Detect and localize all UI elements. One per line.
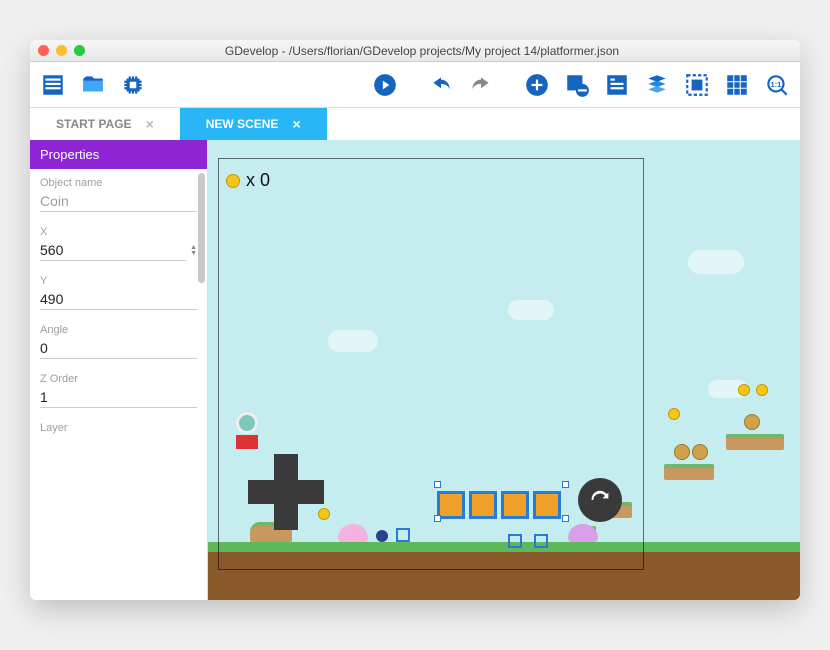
counter-text: x 0: [246, 170, 270, 191]
platform: [664, 464, 714, 480]
app-window: GDevelop - /Users/florian/GDevelop proje…: [30, 40, 800, 600]
platform: [726, 434, 784, 450]
y-label: Y: [40, 275, 197, 287]
tab-new-scene[interactable]: NEW SCENE ×: [180, 108, 327, 140]
tab-bar: START PAGE × NEW SCENE ×: [30, 108, 800, 140]
window-close-button[interactable]: [38, 45, 49, 56]
play-icon[interactable]: [368, 68, 402, 102]
toolbar: 1:1: [30, 62, 800, 108]
tab-start-page[interactable]: START PAGE ×: [30, 108, 180, 140]
coin: [738, 384, 750, 396]
platform-coin: [692, 444, 708, 460]
titlebar[interactable]: GDevelop - /Users/florian/GDevelop proje…: [30, 40, 800, 62]
coin: [668, 408, 680, 420]
instances-icon[interactable]: [680, 68, 714, 102]
layer-label: Layer: [40, 422, 197, 434]
properties-panel: Properties Object name X ▲▼ Y: [30, 140, 208, 600]
project-manager-icon[interactable]: [36, 68, 70, 102]
platform-coin: [674, 444, 690, 460]
layers-icon[interactable]: [640, 68, 674, 102]
panel-body: Object name X ▲▼ Y Angle: [30, 169, 207, 600]
panel-title: Properties: [30, 140, 207, 169]
angle-label: Angle: [40, 324, 197, 336]
grid-icon[interactable]: [720, 68, 754, 102]
open-folder-icon[interactable]: [76, 68, 110, 102]
coin-counter: x 0: [226, 170, 270, 191]
cloud: [688, 250, 744, 274]
add-object-icon[interactable]: [520, 68, 554, 102]
window-title: GDevelop - /Users/florian/GDevelop proje…: [52, 44, 792, 58]
angle-field[interactable]: [40, 338, 197, 359]
remove-object-icon[interactable]: [560, 68, 594, 102]
coin: [756, 384, 768, 396]
main-body: Properties Object name X ▲▼ Y: [30, 140, 800, 600]
x-field[interactable]: [40, 240, 186, 261]
x-label: X: [40, 226, 197, 238]
y-field[interactable]: [40, 289, 197, 310]
z-field[interactable]: [40, 387, 197, 408]
tab-label: NEW SCENE: [206, 117, 279, 131]
x-stepper[interactable]: ▲▼: [190, 245, 197, 257]
coin-icon: [226, 174, 240, 188]
svg-text:1:1: 1:1: [770, 80, 781, 89]
zoom-reset-icon[interactable]: 1:1: [760, 68, 794, 102]
scrollbar-thumb[interactable]: [198, 173, 205, 283]
redo-icon[interactable]: [464, 68, 498, 102]
platform-coin: [744, 414, 760, 430]
object-name-field[interactable]: [40, 191, 197, 212]
scene-canvas[interactable]: x 0: [208, 140, 800, 600]
camera-frame: [218, 158, 644, 570]
chip-icon[interactable]: [116, 68, 150, 102]
close-icon[interactable]: ×: [292, 116, 300, 132]
properties-icon[interactable]: [600, 68, 634, 102]
object-name-label: Object name: [40, 177, 197, 189]
z-label: Z Order: [40, 373, 197, 385]
undo-icon[interactable]: [424, 68, 458, 102]
close-icon[interactable]: ×: [146, 116, 154, 132]
tab-label: START PAGE: [56, 117, 132, 131]
